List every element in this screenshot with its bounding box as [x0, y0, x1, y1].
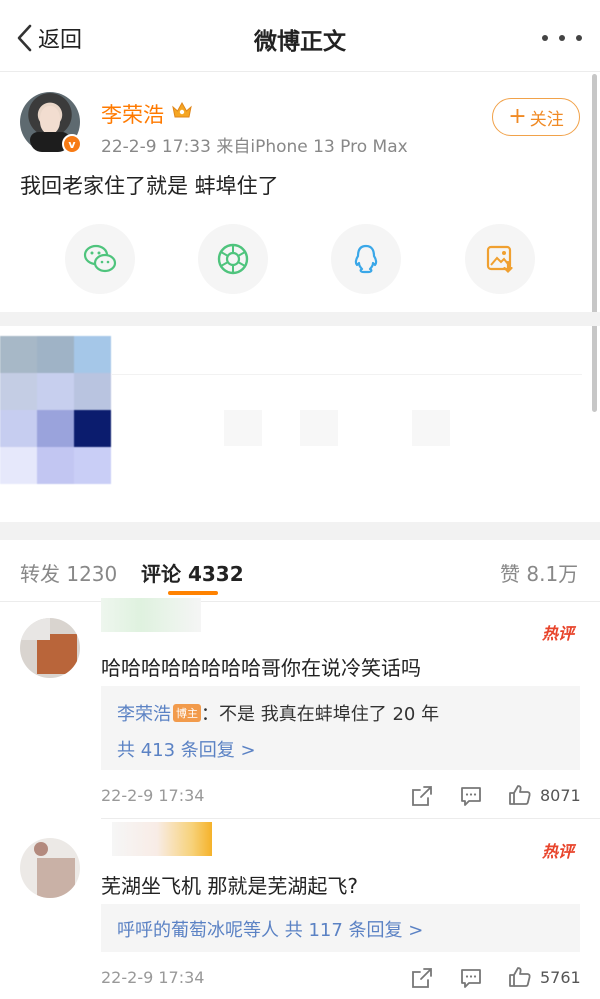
divider	[112, 374, 582, 375]
comment-divider	[101, 818, 600, 819]
post-content: 我回老家住了就是 蚌埠住了	[20, 174, 279, 198]
post-meta: 22-2-9 17:33 来自iPhone 13 Pro Max	[101, 132, 408, 157]
more-dots-icon	[542, 35, 548, 41]
tab-comments[interactable]: 评论 4332	[141, 558, 244, 587]
save-image-button[interactable]	[465, 224, 535, 294]
qq-icon	[354, 244, 378, 274]
moments-icon	[217, 243, 249, 275]
commenter-name-blurred[interactable]	[112, 822, 212, 856]
post-timestamp: 22-2-9 17:33	[101, 137, 211, 157]
section-separator	[0, 312, 600, 326]
reply-line: 李荣浩 博主 ：不是 我真在蚌埠住了 20 年	[117, 704, 440, 725]
like-count: 8071	[540, 786, 581, 805]
thumbs-up-icon	[509, 785, 531, 805]
like-count: 5761	[540, 968, 581, 987]
comment-icon	[461, 787, 481, 806]
commenter-name-blurred[interactable]	[101, 598, 201, 632]
share-moments-button[interactable]	[198, 224, 268, 294]
share-comment-button[interactable]	[410, 784, 434, 808]
view-replies-link[interactable]: 共 413 条回复 >	[117, 736, 256, 762]
scrollbar[interactable]	[592, 74, 597, 412]
reply-preview[interactable]: 呼呼的葡萄冰呢等人 共 117 条回复 >	[101, 904, 580, 952]
top-bar: 返回 微博正文	[0, 0, 600, 72]
crown-icon	[172, 101, 192, 118]
blogger-badge: 博主	[173, 704, 201, 722]
active-tab-indicator	[168, 591, 218, 595]
share-wechat-button[interactable]	[65, 224, 135, 294]
like-comment-button[interactable]	[508, 783, 532, 807]
share-comment-button[interactable]	[410, 966, 434, 990]
reply-comment-button[interactable]	[459, 784, 483, 808]
comment-text: 芜湖坐飞机 那就是芜湖起飞?	[101, 874, 358, 898]
share-icon	[412, 968, 432, 988]
commenter-avatar[interactable]	[20, 838, 80, 898]
tab-repost[interactable]: 转发 1230	[20, 558, 117, 587]
plus-icon: +	[508, 104, 527, 129]
follow-label: 关注	[529, 109, 564, 130]
view-replies-link[interactable]: 呼呼的葡萄冰呢等人 共 117 条回复 >	[117, 916, 423, 942]
hot-comment-tag: 热评	[542, 624, 575, 643]
save-image-icon	[486, 245, 513, 274]
share-icon	[412, 786, 432, 806]
comment-time: 22-2-9 17:34	[101, 968, 205, 987]
wechat-icon	[83, 244, 117, 273]
tab-likes[interactable]: 赞 8.1万	[500, 558, 578, 587]
hot-comment-tag: 热评	[542, 842, 575, 861]
thumbs-up-icon	[509, 967, 531, 987]
comment-time: 22-2-9 17:34	[101, 786, 205, 805]
section-separator	[0, 522, 600, 540]
comment-icon	[461, 969, 481, 988]
post-source: 来自iPhone 13 Pro Max	[216, 137, 408, 157]
reply-author[interactable]: 李荣浩	[117, 704, 171, 725]
follow-button[interactable]: + 关注	[492, 98, 580, 136]
commenter-avatar[interactable]	[20, 618, 80, 678]
reply-comment-button[interactable]	[459, 966, 483, 990]
reply-text: 不是 我真在蚌埠住了 20 年	[219, 704, 440, 725]
comment-text: 哈哈哈哈哈哈哈哈哥你在说冷笑话吗	[101, 656, 421, 680]
reply-preview[interactable]: 李荣浩 博主 ：不是 我真在蚌埠住了 20 年 共 413 条回复 >	[101, 686, 580, 770]
verified-badge: v	[62, 134, 82, 154]
pixelated-image[interactable]	[0, 336, 112, 484]
post-tabs: 转发 1230 评论 4332 赞 8.1万	[0, 540, 600, 602]
reply-users: 呼呼的葡萄冰呢等人	[117, 920, 279, 941]
author-name[interactable]: 李荣浩	[101, 99, 164, 129]
share-qq-button[interactable]	[331, 224, 401, 294]
like-comment-button[interactable]	[508, 965, 532, 989]
more-options-button[interactable]	[542, 26, 582, 50]
page-title: 微博正文	[254, 29, 346, 55]
